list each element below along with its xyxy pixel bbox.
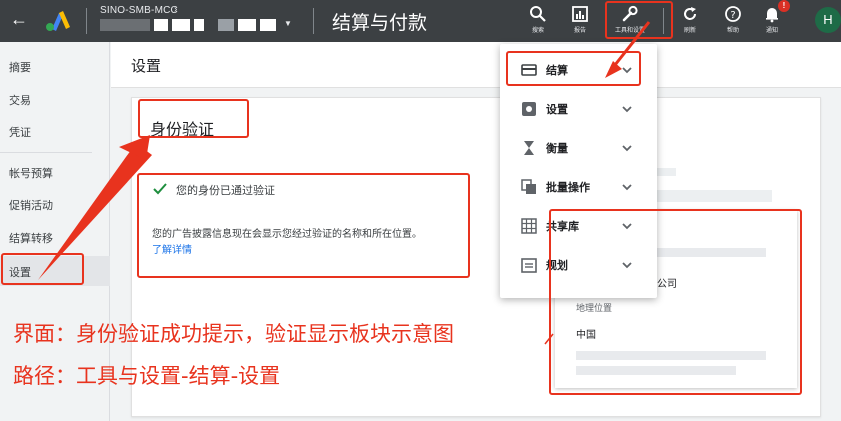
menu-item-label: 衡量 [546, 142, 568, 155]
chevron-down-icon [622, 106, 632, 113]
page-title: 结算与付款 [332, 12, 428, 34]
content-header: 设置 [111, 42, 841, 88]
sidebar-item-promotions[interactable]: 促销活动 [9, 197, 53, 213]
menu-item-bulk-actions[interactable]: 批量操作 [500, 168, 657, 206]
search-icon [530, 6, 546, 22]
tool-label: 搜索 [531, 27, 544, 34]
tool-label: 刷新 [683, 27, 696, 34]
annotation-text-interface: 界面：身份验证成功提示，验证显示板块示意图 [13, 322, 454, 346]
annotation-text-path: 路径：工具与设置-结算-设置 [13, 364, 281, 388]
annotation-box-tools [605, 1, 673, 39]
annotation-box-preview [549, 209, 802, 395]
reports-icon [572, 6, 588, 22]
chevron-down-icon: ▼ [284, 19, 292, 28]
svg-text:?: ? [730, 10, 735, 21]
sidebar-item-account-budget[interactable]: 帐号预算 [9, 165, 53, 181]
placeholder-bar [656, 168, 676, 176]
tool-label: 通知 [765, 27, 778, 34]
redacted-account-id [100, 19, 300, 31]
divider [86, 8, 87, 34]
sidebar-item-billing-transfer[interactable]: 结算转移 [9, 230, 53, 246]
gear-icon [522, 102, 536, 116]
annotation-box-card-title [138, 99, 249, 138]
menu-item-settings[interactable]: 设置 [500, 90, 657, 128]
grid-icon [521, 218, 537, 234]
account-name: SINO-SMB-MCC [100, 5, 178, 16]
reports-tool-button[interactable]: 报告 [560, 4, 600, 38]
hourglass-icon [524, 141, 534, 155]
annotation-box-verified [137, 173, 470, 278]
annotation-box-settings-nav [1, 253, 84, 285]
menu-item-label: 批量操作 [546, 181, 590, 194]
copy-icon [521, 179, 536, 194]
content-title: 设置 [131, 57, 162, 75]
divider [313, 8, 314, 34]
account-selector[interactable]: SINO-SMB-MCC › ▼ [100, 4, 292, 31]
annotation-box-billing-menu [506, 51, 641, 86]
tool-label: 报告 [573, 27, 586, 34]
tool-label: 帮助 [726, 27, 739, 34]
placeholder-bar [656, 190, 772, 202]
calendar-icon [521, 258, 537, 273]
help-tool-button[interactable]: ? 帮助 [713, 4, 753, 38]
notification-badge: ! [778, 0, 790, 12]
sidebar-item-transactions[interactable]: 交易 [9, 92, 31, 108]
back-arrow-icon[interactable]: ← [10, 9, 30, 29]
menu-item-measurement[interactable]: 衡量 [500, 129, 657, 167]
chevron-down-icon [622, 184, 632, 191]
menu-item-label: 设置 [546, 103, 568, 116]
avatar[interactable]: H [815, 7, 841, 33]
sidebar-item-vouchers[interactable]: 凭证 [9, 124, 31, 140]
refresh-icon [684, 7, 696, 20]
top-app-bar: ← SINO-SMB-MCC › ▼ 结算与付款 搜索 报告 工具和设置 刷新 … [0, 0, 841, 42]
help-icon: ? [725, 6, 741, 22]
sidebar-divider [0, 152, 92, 153]
sidebar-item-summary[interactable]: 摘要 [9, 59, 31, 75]
search-tool-button[interactable]: 搜索 [518, 4, 558, 38]
refresh-tool-button[interactable]: 刷新 [670, 4, 710, 38]
chevron-down-icon [622, 145, 632, 152]
google-ads-logo-icon [46, 11, 70, 31]
chevron-right-icon: › [174, 4, 178, 15]
